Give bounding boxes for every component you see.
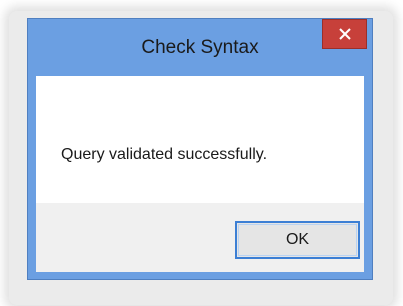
close-button[interactable] — [322, 19, 367, 49]
ok-button-label: OK — [285, 231, 310, 248]
dialog-client-area: Query validated successfully. OK — [36, 76, 364, 272]
check-syntax-dialog: Check Syntax Query validated successfull… — [27, 18, 373, 280]
message-area: Query validated successfully. — [36, 76, 364, 203]
dialog-title: Check Syntax — [141, 37, 259, 58]
screenshot-stage: Check Syntax Query validated successfull… — [0, 0, 403, 306]
close-icon — [338, 28, 351, 40]
title-bar[interactable]: Check Syntax — [28, 19, 372, 76]
ok-button[interactable]: OK — [235, 221, 360, 259]
dialog-message: Query validated successfully. — [61, 146, 268, 163]
